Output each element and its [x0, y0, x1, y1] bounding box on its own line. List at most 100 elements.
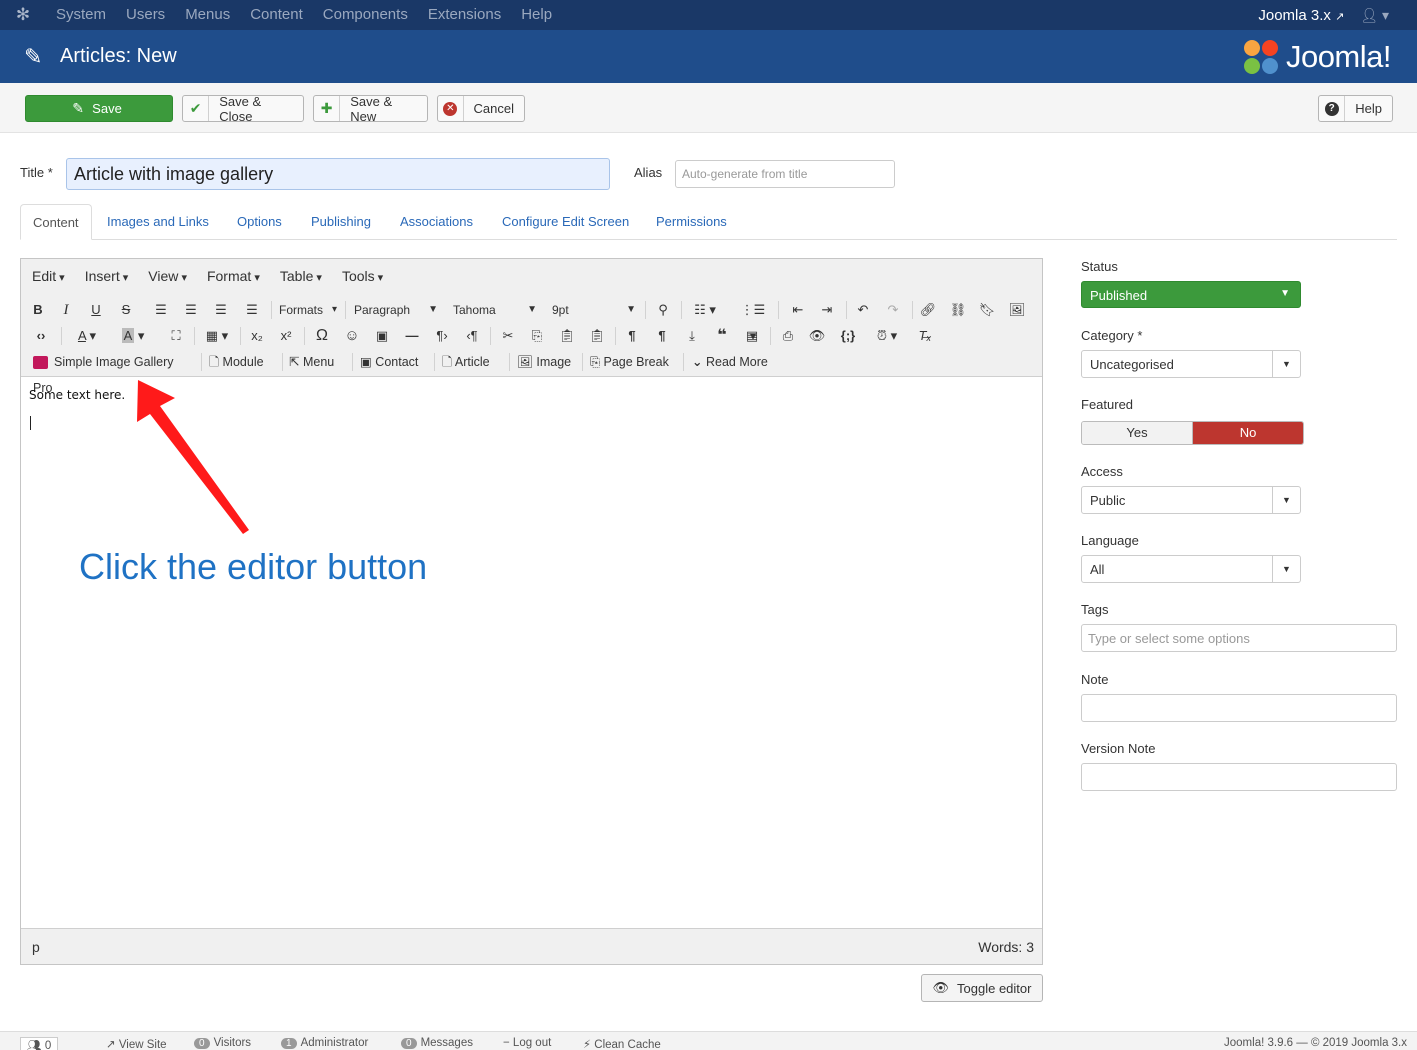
logout-link[interactable]: − Log out	[503, 1037, 551, 1049]
align-justify-icon[interactable]: ☰	[243, 297, 261, 323]
font-size-dropdown[interactable]: 9pt ▼	[552, 297, 636, 323]
simple-image-gallery-pro-button[interactable]: Simple Image Gallery Pro	[33, 349, 195, 395]
joomla-small-logo-icon[interactable]: ✻	[0, 0, 46, 30]
tab-images-and-links[interactable]: Images and Links	[107, 204, 209, 240]
editor-menu-tools[interactable]: Tools	[332, 268, 393, 284]
copy-icon[interactable]: ⎘	[527, 323, 547, 349]
subscript-icon[interactable]: x₂	[247, 323, 267, 349]
category-select[interactable]: Uncategorised ▼	[1081, 350, 1301, 378]
rtl-icon[interactable]: ‹¶	[462, 323, 482, 349]
nonbreaking-space-icon[interactable]: ⤓	[682, 323, 702, 349]
help-button[interactable]: ? Help	[1318, 95, 1393, 122]
cut-icon[interactable]: ✂	[498, 323, 518, 349]
fullscreen-icon[interactable]: ⛶	[166, 323, 186, 349]
undo-icon[interactable]: ↶	[853, 297, 873, 323]
status-select[interactable]: Published ▼	[1081, 281, 1301, 308]
user-menu[interactable]: 👤︎ ▾	[1360, 7, 1417, 24]
featured-no-button[interactable]: No	[1193, 422, 1303, 444]
editor-menu-table[interactable]: Table	[270, 268, 332, 284]
module-button[interactable]: 🗋︎ Module	[209, 349, 273, 375]
tab-content[interactable]: Content	[20, 204, 92, 240]
title-input[interactable]: Article with image gallery	[66, 158, 610, 190]
outdent-icon[interactable]: ⇤	[788, 297, 808, 323]
language-select[interactable]: All ▼	[1081, 555, 1301, 583]
menu-system[interactable]: System	[46, 0, 116, 30]
editor-menu-insert[interactable]: Insert	[75, 268, 139, 284]
align-left-icon[interactable]: ☰	[152, 297, 170, 323]
tab-options[interactable]: Options	[237, 204, 282, 240]
numbered-list-icon[interactable]: ⋮☰ ▾	[737, 297, 769, 343]
tab-publishing[interactable]: Publishing	[311, 204, 371, 240]
horizontal-rule-icon[interactable]: —	[402, 323, 422, 349]
underline-icon[interactable]: U	[87, 297, 105, 323]
tab-permissions[interactable]: Permissions	[656, 204, 727, 240]
editor-menu-format[interactable]: Format	[197, 268, 270, 284]
special-character-icon[interactable]: Ω	[312, 323, 332, 349]
save-close-button[interactable]: ✔ Save & Close	[182, 94, 304, 124]
tab-associations[interactable]: Associations	[400, 204, 473, 240]
formats-dropdown[interactable]: Formats ▾	[279, 297, 337, 323]
menu-help[interactable]: Help	[511, 0, 562, 30]
element-path[interactable]: p	[32, 939, 40, 955]
contact-button[interactable]: ▣ Contact	[360, 349, 428, 375]
menu-button[interactable]: ⇱ Menu	[289, 349, 345, 375]
visual-chars-icon[interactable]: ¶	[652, 323, 672, 349]
note-input[interactable]	[1081, 694, 1397, 722]
page-break-button[interactable]: ⎘ Page Break	[590, 349, 676, 375]
menu-users[interactable]: Users	[116, 0, 175, 30]
alias-input[interactable]: Auto-generate from title	[675, 160, 895, 188]
unlink-icon[interactable]: ⛓︎	[948, 297, 968, 323]
clear-formatting-icon[interactable]: T̶ₓ	[915, 323, 935, 349]
template-icon[interactable]: ▤	[742, 323, 762, 349]
clean-cache-link[interactable]: ⚡︎ Clean Cache	[583, 1037, 661, 1050]
save-new-button[interactable]: ✚ Save & New	[313, 94, 428, 124]
visitors-link[interactable]: 0 Visitors	[194, 1037, 251, 1049]
find-replace-icon[interactable]: ⚲	[653, 297, 673, 323]
menu-menus[interactable]: Menus	[175, 0, 240, 30]
link-icon[interactable]: 🔗︎	[918, 297, 938, 323]
administrator-link[interactable]: 1 Administrator	[281, 1037, 368, 1049]
multilang-counter[interactable]: 👥︎ 0	[20, 1037, 59, 1050]
indent-icon[interactable]: ⇥	[817, 297, 837, 323]
messages-link[interactable]: 0 Messages	[401, 1037, 473, 1049]
paste-text-icon[interactable]: 📋︎	[587, 323, 607, 349]
redo-icon[interactable]: ↷	[883, 297, 903, 323]
block-format-dropdown[interactable]: Paragraph ▼	[354, 297, 438, 323]
version-note-input[interactable]	[1081, 763, 1397, 791]
emoticons-icon[interactable]: ☺	[342, 323, 362, 349]
menu-content[interactable]: Content	[240, 0, 313, 30]
insert-datetime-icon[interactable]: ⏰︎ ▾	[869, 323, 905, 349]
font-family-dropdown[interactable]: Tahoma ▼	[453, 297, 537, 323]
text-color-icon[interactable]: A ▾	[69, 323, 105, 349]
show-blocks-icon[interactable]: ¶	[622, 323, 642, 349]
superscript-icon[interactable]: x²	[276, 323, 296, 349]
tab-configure-edit-screen[interactable]: Configure Edit Screen	[502, 204, 629, 240]
italic-icon[interactable]: I	[57, 297, 75, 323]
bullet-list-icon[interactable]: ☷ ▾	[690, 297, 720, 323]
access-select[interactable]: Public ▼	[1081, 486, 1301, 514]
media-icon[interactable]: ▣	[372, 323, 392, 349]
blockquote-icon[interactable]: ❝	[712, 323, 732, 349]
print-icon[interactable]: ⎙	[778, 323, 798, 349]
read-more-button[interactable]: ⌄ Read More	[692, 349, 776, 375]
editor-menu-edit[interactable]: Edit	[21, 268, 75, 284]
align-center-icon[interactable]: ☰	[182, 297, 200, 323]
featured-yes-button[interactable]: Yes	[1082, 422, 1193, 444]
article-button[interactable]: 🗋︎ Article	[442, 349, 502, 375]
insert-image-icon[interactable]: 🖼︎	[1007, 297, 1027, 323]
tags-input[interactable]: Type or select some options	[1081, 624, 1397, 652]
editor-menu-view[interactable]: View	[138, 268, 197, 284]
paste-icon[interactable]: 📋︎	[557, 323, 577, 349]
align-right-icon[interactable]: ☰	[212, 297, 230, 323]
image-button[interactable]: 🖼︎ Image	[517, 349, 575, 375]
background-color-icon[interactable]: A ▾	[115, 323, 151, 349]
menu-extensions[interactable]: Extensions	[418, 0, 511, 30]
bold-icon[interactable]: B	[29, 297, 47, 323]
site-link[interactable]: Joomla 3.x ↗	[1258, 7, 1360, 24]
table-icon[interactable]: ▦ ▾	[202, 323, 232, 349]
bookmark-icon[interactable]: 🔖︎	[978, 297, 996, 323]
menu-components[interactable]: Components	[313, 0, 418, 30]
editor-content-area[interactable]: Some text here.	[21, 378, 1042, 928]
preview-icon[interactable]: 👁︎	[807, 323, 827, 349]
view-site-link[interactable]: ↗ View Site	[106, 1037, 167, 1050]
